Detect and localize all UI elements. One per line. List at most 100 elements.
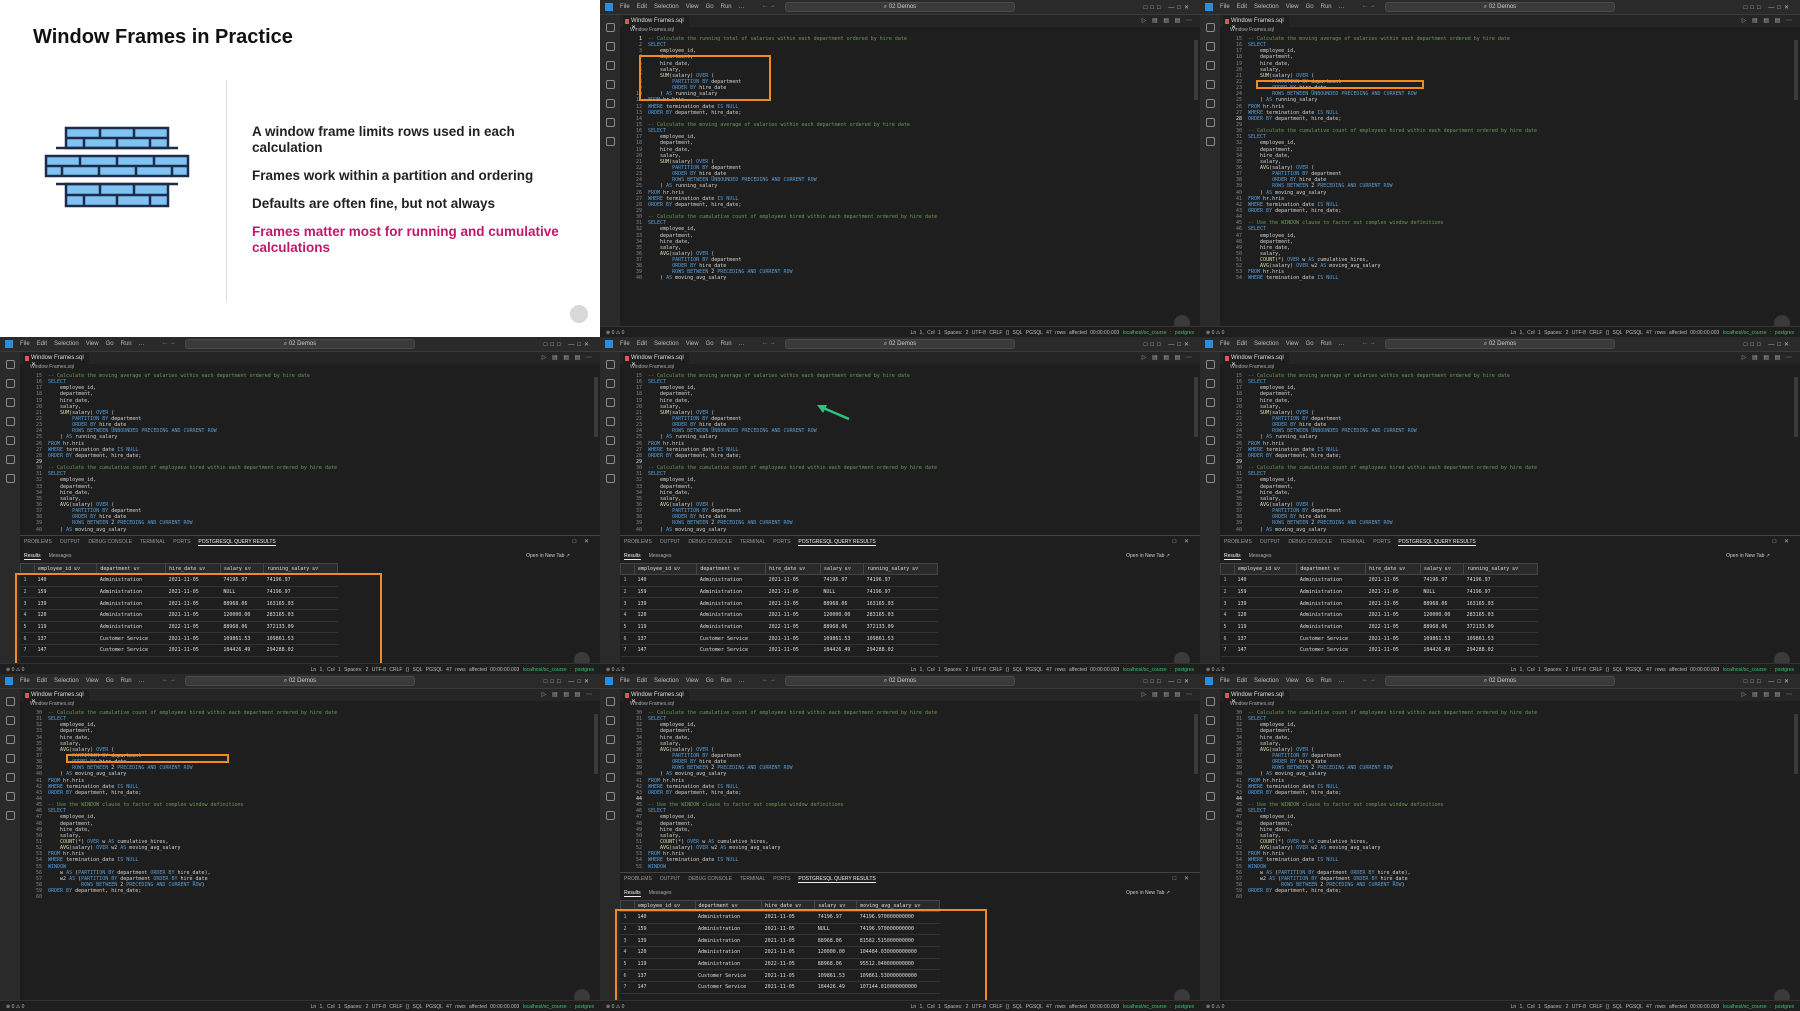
menu-item[interactable]: Edit <box>37 341 47 347</box>
connection-status[interactable]: localhost/sc_course : postgres <box>1723 1004 1794 1010</box>
table-row[interactable]: 2 159 Administration 2021-11-05 NULL 74196.97 <box>20 586 338 599</box>
tab-window-frames[interactable]: Window Frames.sql ✕ <box>1223 16 1289 31</box>
panel-tab[interactable]: POSTGRESQL QUERY RESULTS <box>798 539 876 546</box>
menu-item[interactable]: Run <box>721 678 732 684</box>
extensions-icon[interactable] <box>1205 118 1215 127</box>
menu-item[interactable]: View <box>686 678 699 684</box>
column-header[interactable]: running_salary ⇅▽ <box>263 563 338 575</box>
open-in-new-tab-link[interactable]: Open in New Tab ↗ <box>1126 553 1170 559</box>
table-row[interactable]: 4 120 Administration 2021-11-05 120000.00 283… <box>20 609 338 622</box>
column-header[interactable]: employee_id ⇅▽ <box>1233 563 1298 575</box>
problems-count[interactable]: ⊗ 0 ⚠ 0 <box>6 667 24 673</box>
close-panel-icon[interactable]: □ ✕ <box>1773 538 1792 545</box>
menu-item[interactable]: Go <box>706 4 714 10</box>
menu-item[interactable]: Go <box>706 341 714 347</box>
extensions-icon[interactable] <box>5 792 15 801</box>
scrollbar[interactable] <box>1794 714 1798 774</box>
menu-item[interactable]: File <box>20 678 30 684</box>
result-tab[interactable]: Messages <box>649 890 672 896</box>
database-icon[interactable] <box>605 99 615 108</box>
result-tab[interactable]: Messages <box>1249 553 1272 559</box>
menu-item[interactable]: Edit <box>1237 678 1247 684</box>
window-controls-icon[interactable]: □□□ —□✕ <box>1744 678 1792 685</box>
window-controls-icon[interactable]: □□□ —□✕ <box>1144 678 1192 685</box>
column-header[interactable]: salary ⇅▽ <box>819 563 865 575</box>
explorer-icon[interactable] <box>5 360 15 369</box>
explorer-icon[interactable] <box>605 360 615 369</box>
status-info[interactable]: Ln 1, Col 1 Spaces: 2 UTF-8 CRLF {} SQL … <box>1511 667 1720 673</box>
window-controls-icon[interactable]: □□□ —□✕ <box>544 341 592 348</box>
panel-tab[interactable]: PROBLEMS <box>24 539 52 545</box>
panel-tab[interactable]: DEBUG CONSOLE <box>88 539 132 545</box>
postgres-icon[interactable] <box>605 137 615 146</box>
run-query-icon[interactable]: ▷ ▤ ▤ ▤ ⋯ <box>1142 354 1194 361</box>
problems-count[interactable]: ⊗ 0 ⚠ 0 <box>606 1004 624 1010</box>
source-control-icon[interactable] <box>605 735 615 744</box>
result-tab[interactable]: Results <box>624 890 641 897</box>
panel-tab[interactable]: PORTS <box>773 876 790 882</box>
menu-item[interactable]: … <box>1339 4 1345 10</box>
table-row[interactable]: 5 119 Administration 2022-11-05 88968.06 3721… <box>20 621 338 634</box>
panel-tab[interactable]: PORTS <box>773 539 790 545</box>
menu-item[interactable]: Edit <box>637 678 647 684</box>
run-debug-icon[interactable] <box>1205 417 1215 426</box>
code-editor[interactable]: 15 -- Calculate the moving average of sal… <box>1220 36 1800 326</box>
search-icon[interactable] <box>1205 42 1215 51</box>
explorer-icon[interactable] <box>5 697 15 706</box>
menu-item[interactable]: View <box>686 341 699 347</box>
column-header[interactable]: moving_avg_salary ⇅▽ <box>856 900 940 912</box>
connection-status[interactable]: localhost/sc_course : postgres <box>1123 330 1194 336</box>
table-row[interactable]: 3 139 Administration 2021-11-05 88968.06 1631… <box>620 597 938 611</box>
nav-arrows-icon[interactable]: ← → <box>1362 340 1376 346</box>
search-icon[interactable] <box>605 716 615 725</box>
search-icon[interactable] <box>605 42 615 51</box>
run-query-icon[interactable]: ▷ ▤ ▤ ▤ ⋯ <box>542 354 594 361</box>
menu-item[interactable]: View <box>1286 678 1299 684</box>
panel-tab[interactable]: PROBLEMS <box>1224 539 1252 545</box>
problems-count[interactable]: ⊗ 0 ⚠ 0 <box>606 667 624 673</box>
explorer-icon[interactable] <box>605 697 615 706</box>
column-header[interactable]: hire_date ⇅▽ <box>165 563 221 575</box>
table-row[interactable]: 7 147 Customer Service 2021-11-05 184426.49 2… <box>620 644 938 657</box>
panel-tab[interactable]: POSTGRESQL QUERY RESULTS <box>198 539 276 546</box>
code-line[interactable]: 60 <box>1220 894 1800 900</box>
panel-tab[interactable]: OUTPUT <box>660 876 681 882</box>
extensions-icon[interactable] <box>605 455 615 464</box>
panel-tab[interactable]: POSTGRESQL QUERY RESULTS <box>798 876 876 883</box>
result-tab[interactable]: Results <box>1224 553 1241 560</box>
scrollbar[interactable] <box>1194 40 1198 100</box>
column-header[interactable]: hire_date ⇅▽ <box>1365 563 1421 575</box>
table-row[interactable]: 4 120 Administration 2021-11-05 120000.00 104… <box>620 946 940 959</box>
database-icon[interactable] <box>1205 99 1215 108</box>
menu-item[interactable]: Go <box>106 678 114 684</box>
nav-arrows-icon[interactable]: ← → <box>762 340 776 346</box>
table-row[interactable]: 5 119 Administration 2022-11-05 88968.06 3721… <box>1220 621 1538 634</box>
open-in-new-tab-link[interactable]: Open in New Tab ↗ <box>1726 553 1770 559</box>
nav-arrows-icon[interactable]: ← → <box>762 3 776 9</box>
status-info[interactable]: Ln 1, Col 1 Spaces: 2 UTF-8 CRLF {} SQL … <box>1511 330 1720 336</box>
column-header[interactable]: department ⇅▽ <box>696 563 767 575</box>
run-debug-icon[interactable] <box>1205 754 1215 763</box>
problems-count[interactable]: ⊗ 0 ⚠ 0 <box>606 330 624 336</box>
code-line[interactable]: 54 WHERE termination_date IS NULL <box>1220 275 1800 281</box>
open-in-new-tab-link[interactable]: Open in New Tab ↗ <box>526 553 570 559</box>
panel-tab[interactable]: PORTS <box>173 539 190 545</box>
connection-status[interactable]: localhost/sc_course : postgres <box>1723 667 1794 673</box>
search-icon[interactable] <box>605 379 615 388</box>
column-header[interactable]: hire_date ⇅▽ <box>765 563 821 575</box>
window-controls-icon[interactable]: □□□ —□✕ <box>1144 4 1192 11</box>
run-query-icon[interactable]: ▷ ▤ ▤ ▤ ⋯ <box>1742 354 1794 361</box>
menu-item[interactable]: Run <box>121 341 132 347</box>
tab-window-frames[interactable]: Window Frames.sql ✕ <box>623 353 689 368</box>
menu-item[interactable]: Selection <box>654 678 679 684</box>
search-icon[interactable] <box>5 716 15 725</box>
search-icon[interactable] <box>1205 379 1215 388</box>
menu-item[interactable]: Selection <box>654 4 679 10</box>
menu-item[interactable]: File <box>20 341 30 347</box>
table-row[interactable]: 3 139 Administration 2021-11-05 88968.06 8158… <box>620 934 940 948</box>
menu-item[interactable]: … <box>1339 341 1345 347</box>
menu-item[interactable]: Go <box>1306 678 1314 684</box>
table-row[interactable]: 2 159 Administration 2021-11-05 NULL 74196.97 <box>1220 586 1538 599</box>
status-info[interactable]: Ln 1, Col 1 Spaces: 2 UTF-8 CRLF {} SQL … <box>911 667 1120 673</box>
menu-item[interactable]: Selection <box>54 678 79 684</box>
